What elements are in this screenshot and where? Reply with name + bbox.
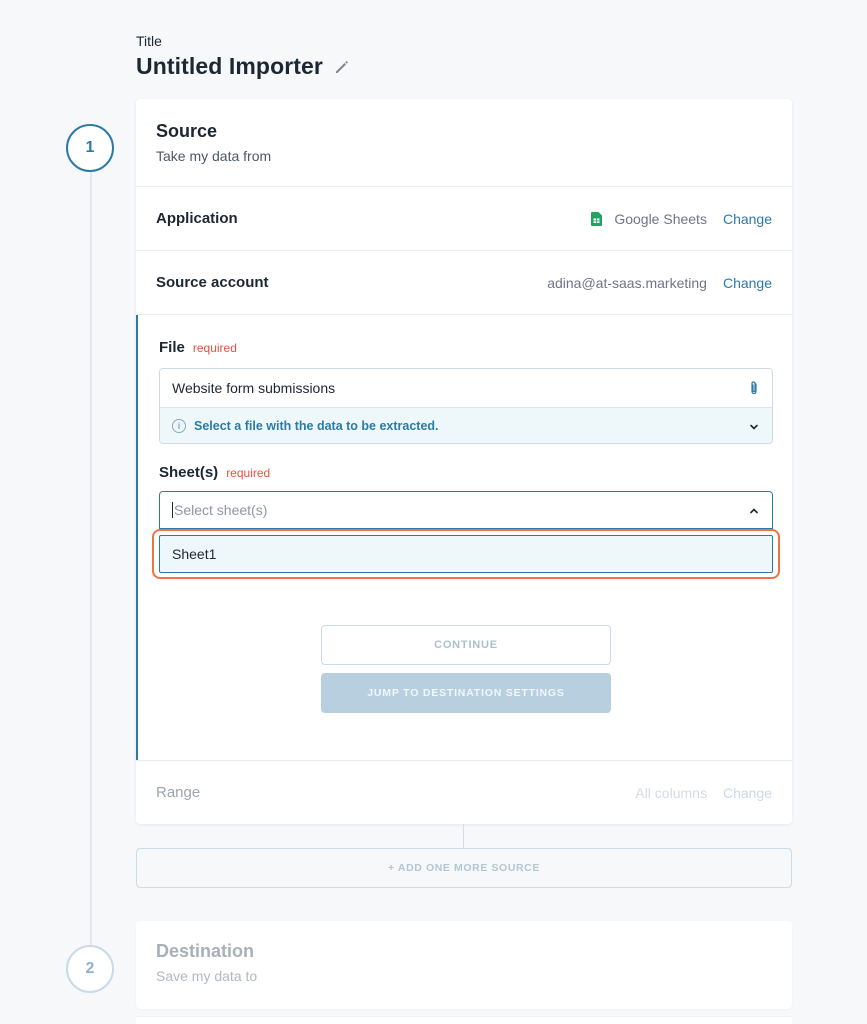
sheets-label: Sheet(s) — [159, 464, 219, 481]
source-account-value: adina@at-saas.marketing — [547, 274, 707, 291]
file-hint[interactable]: i Select a file with the data to be extr… — [160, 407, 772, 443]
change-application-link[interactable]: Change — [723, 211, 772, 227]
application-row: Application Google Sheets Change — [136, 187, 792, 251]
title-row: Untitled Importer — [136, 53, 351, 80]
file-required-badge: required — [192, 341, 237, 355]
google-sheets-icon — [591, 211, 603, 226]
application-label: Application — [156, 210, 238, 227]
range-row: Range All columns Change — [136, 760, 792, 824]
change-account-link[interactable]: Change — [723, 275, 772, 291]
destination-card: Destination Save my data to — [136, 921, 792, 1009]
file-field-label: File required — [159, 339, 772, 356]
change-range-link[interactable]: Change — [723, 785, 772, 801]
range-label: Range — [156, 784, 201, 801]
source-title: Source — [156, 121, 218, 141]
source-account-label: Source account — [156, 274, 269, 291]
chevron-down-icon[interactable] — [748, 420, 760, 432]
attachment-icon[interactable] — [748, 380, 760, 396]
source-connector — [463, 824, 464, 848]
source-card: Source Take my data from Application Goo… — [136, 99, 792, 824]
destination-subtitle: Save my data to — [156, 968, 258, 984]
application-value: Google Sheets — [614, 210, 707, 227]
info-icon: i — [172, 418, 186, 433]
file-value: Website form submissions — [172, 380, 336, 396]
sheets-field-label: Sheet(s) required — [159, 464, 772, 481]
source-subtitle: Take my data from — [156, 148, 272, 164]
file-input[interactable]: Website form submissions — [160, 369, 772, 407]
continue-button[interactable]: CONTINUE — [321, 625, 611, 665]
jump-to-destination-button[interactable]: JUMP TO DESTINATION SETTINGS — [321, 673, 611, 713]
step-1-indicator: 1 — [66, 124, 114, 172]
file-hint-text: Select a file with the data to be extrac… — [194, 418, 439, 433]
source-header: Source Take my data from — [136, 99, 792, 187]
file-picker[interactable]: Website form submissions i Select a file… — [159, 368, 773, 444]
sheets-placeholder[interactable]: Select sheet(s) — [172, 502, 267, 518]
sheet-option-sheet1[interactable]: Sheet1 — [159, 535, 773, 573]
file-sheet-section: File required Website form submissions i… — [136, 315, 792, 760]
add-source-button[interactable]: + ADD ONE MORE SOURCE — [136, 848, 792, 888]
title-label: Title — [136, 33, 162, 49]
next-card-edge — [136, 1016, 792, 1024]
sheets-select[interactable]: Select sheet(s) — [159, 491, 773, 529]
chevron-up-icon[interactable] — [748, 504, 760, 516]
sheets-required-badge: required — [226, 466, 271, 480]
file-label: File — [159, 339, 185, 356]
timeline-line — [90, 170, 92, 950]
step-2-indicator: 2 — [66, 945, 114, 993]
pencil-icon[interactable] — [333, 58, 351, 76]
destination-title: Destination — [156, 941, 255, 961]
sheet-option-highlight: Sheet1 — [152, 529, 780, 579]
range-value: All columns — [635, 784, 707, 801]
page-title: Untitled Importer — [136, 53, 323, 79]
source-account-row: Source account adina@at-saas.marketing C… — [136, 251, 792, 315]
